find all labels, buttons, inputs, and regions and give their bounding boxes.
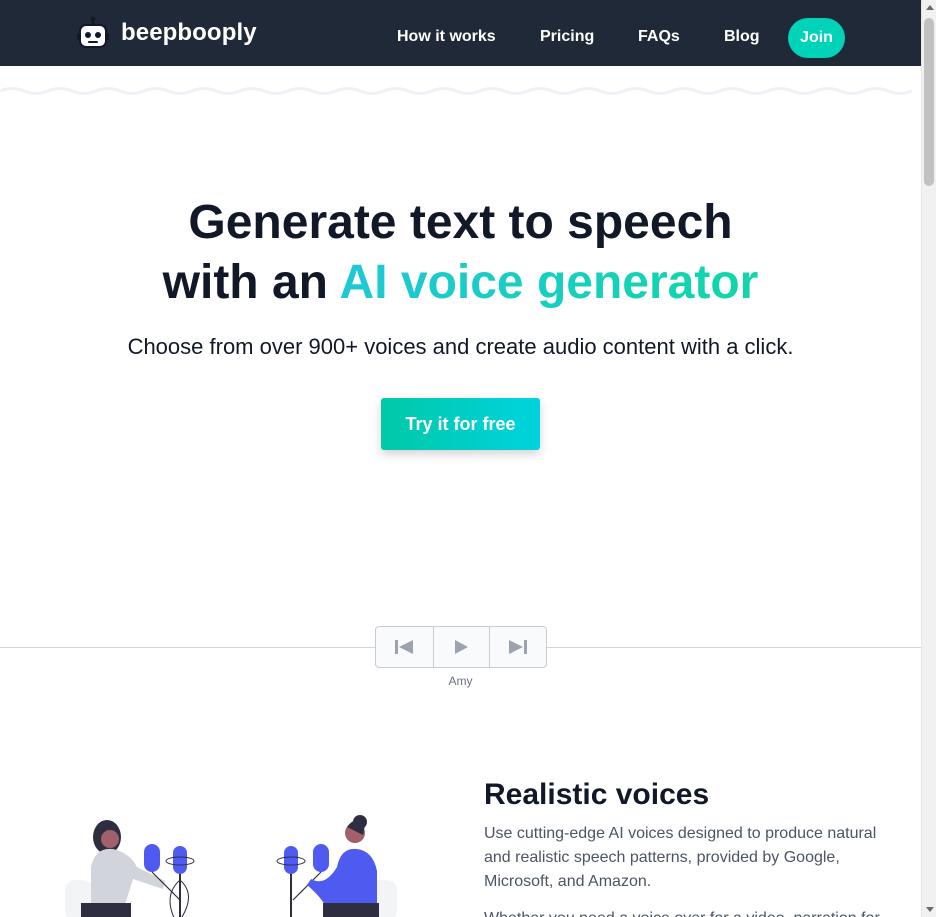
play-button[interactable] [432, 627, 490, 667]
scrollbar-thumb[interactable] [924, 18, 934, 186]
hero-title-line1: Generate text to speech [188, 196, 733, 249]
nav-faqs[interactable]: FAQs [638, 28, 680, 46]
podcast-illustration [65, 815, 397, 917]
hero-title-accent: AI voice generator [339, 256, 759, 309]
next-voice-button[interactable] [489, 627, 546, 667]
feature-description: Use cutting-edge AI voices designed to p… [484, 825, 877, 890]
previous-voice-button[interactable] [376, 627, 433, 667]
brand-logo[interactable]: beepbooply [76, 16, 257, 50]
skip-back-icon [395, 640, 414, 654]
play-icon [455, 640, 469, 654]
scroll-down-arrow-icon[interactable] [926, 907, 934, 912]
nav-how-it-works[interactable]: How it works [397, 28, 496, 46]
hero-subtitle: Choose from over 900+ voices and create … [127, 334, 794, 359]
try-free-button[interactable]: Try it for free [381, 398, 540, 450]
nav-pricing[interactable]: Pricing [540, 28, 594, 46]
current-voice-name: Amy [448, 674, 473, 688]
site-header: beepbooply How it works Pricing FAQs Blo… [0, 0, 921, 66]
robot-logo-icon [77, 16, 109, 48]
join-button[interactable]: Join [788, 18, 845, 58]
decorative-wave [0, 87, 913, 95]
feature-title: Realistic voices [484, 778, 710, 811]
brand-name: beepbooply [121, 19, 257, 46]
hero-title-line2: with an AI voice generator [0, 253, 921, 313]
hero-title-plain: with an [162, 256, 340, 309]
audio-player [375, 626, 547, 668]
nav-blog[interactable]: Blog [724, 28, 760, 46]
skip-forward-icon [509, 640, 528, 654]
feature-description-continued: Whether you need a voice over for a vide… [484, 907, 884, 917]
scroll-up-arrow-icon[interactable] [926, 5, 934, 10]
page-scrollbar[interactable] [921, 0, 936, 917]
